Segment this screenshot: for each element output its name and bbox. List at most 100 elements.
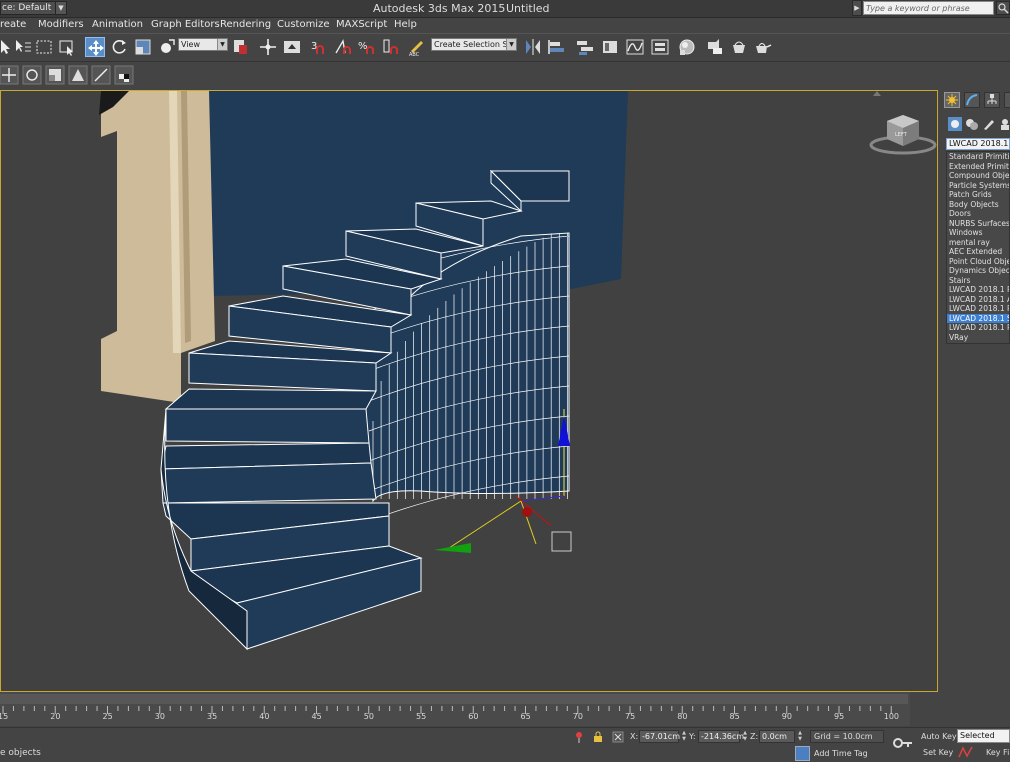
scale-icon[interactable]: [45, 65, 65, 85]
key-set-dropdown[interactable]: Selected: [957, 729, 1010, 743]
use-pivot-center-icon[interactable]: [231, 37, 251, 57]
x-coord-spinner-icon[interactable]: ▲ ▼: [681, 730, 687, 743]
select-and-rotate-icon[interactable]: [109, 37, 129, 57]
category-item[interactable]: AEC Extended: [947, 247, 1009, 257]
category-item[interactable]: Windows: [947, 228, 1009, 238]
z-coord-spinner-icon[interactable]: ▲ ▼: [797, 730, 803, 743]
spinner-snap-toggle-icon[interactable]: [381, 37, 401, 57]
key-filters-button[interactable]: Key Filters...: [986, 748, 1010, 757]
rectangular-selection-region-icon[interactable]: [34, 37, 54, 57]
menu-rendering[interactable]: Rendering: [220, 19, 271, 30]
category-item[interactable]: LWCAD 2018.1 Ra: [947, 304, 1009, 314]
search-icon[interactable]: [996, 1, 1010, 15]
track-bar[interactable]: 15 20 25 30 35 40 45 50 55 60 65 70 75 80 85 90 95 100: [0, 692, 910, 726]
object-category-dropdown[interactable]: LWCAD 2018.1 St: [946, 138, 1010, 150]
viewcube[interactable]: LEFT: [869, 115, 937, 155]
menu-maxscript[interactable]: MAXScript: [336, 19, 387, 30]
modify-tab-icon[interactable]: [964, 92, 980, 108]
skew-icon[interactable]: [68, 65, 88, 85]
time-tick-label: 90: [781, 712, 792, 721]
create-tab-icon[interactable]: [944, 92, 960, 108]
menu-graph-editors[interactable]: Graph Editors: [151, 19, 220, 30]
category-item[interactable]: Point Cloud Objects: [947, 257, 1009, 267]
select-and-manipulate-icon[interactable]: [258, 37, 278, 57]
hierarchy-tab-icon[interactable]: [984, 92, 1000, 108]
key-curve-icon[interactable]: [958, 745, 974, 759]
add-time-tag-label[interactable]: Add Time Tag: [814, 749, 868, 758]
category-item[interactable]: Doors: [947, 209, 1009, 219]
category-item[interactable]: Standard Primitives: [947, 152, 1009, 162]
category-item[interactable]: Extended Primitives: [947, 162, 1009, 172]
workspace-dropdown-arrow-icon[interactable]: ▼: [55, 1, 67, 15]
time-tag-icon[interactable]: [795, 746, 810, 761]
category-item-selected[interactable]: LWCAD 2018.1 St: [947, 313, 1009, 323]
z-coord-field[interactable]: 0.0cm: [759, 730, 795, 743]
category-item[interactable]: LWCAD 2018.1 Ra: [947, 323, 1009, 333]
category-item[interactable]: LWCAD 2018.1 Ar: [947, 295, 1009, 305]
time-slider-track[interactable]: [0, 694, 908, 704]
render-production-icon[interactable]: [753, 37, 773, 57]
isolate-selection-icon[interactable]: [574, 731, 584, 743]
checker-icon[interactable]: [114, 65, 134, 85]
geometry-icon[interactable]: [948, 117, 962, 131]
shapes-icon[interactable]: [965, 117, 979, 131]
angle-snap-toggle-icon[interactable]: [333, 37, 353, 57]
material-editor-icon[interactable]: [677, 37, 697, 57]
absolute-mode-transform-icon[interactable]: [612, 731, 624, 743]
edit-named-selection-sets-icon[interactable]: ABC: [407, 37, 427, 57]
window-crossing-icon[interactable]: [57, 37, 77, 57]
move-icon[interactable]: [0, 65, 19, 85]
toggle-layer-explorer-icon[interactable]: [600, 37, 620, 57]
rotate-icon[interactable]: [22, 65, 42, 85]
category-item[interactable]: VRay: [947, 333, 1009, 343]
named-selection-sets-dropdown[interactable]: Create Selection Se ▼: [431, 38, 517, 51]
auto-key-button[interactable]: Auto Key: [921, 732, 957, 741]
align-icon[interactable]: [546, 37, 566, 57]
y-coord-spinner-icon[interactable]: ▲ ▼: [742, 730, 748, 743]
rendered-frame-window-icon[interactable]: [729, 37, 749, 57]
category-item[interactable]: NURBS Surfaces: [947, 219, 1009, 229]
x-coord-label: X:: [630, 732, 639, 741]
render-setup-icon[interactable]: [705, 37, 725, 57]
curve-editor-icon[interactable]: [625, 37, 645, 57]
perspective-viewport[interactable]: LEFT: [0, 90, 938, 692]
viewcube-home-icon[interactable]: [873, 91, 881, 96]
toggle-scene-explorer-icon[interactable]: [575, 37, 595, 57]
category-item[interactable]: LWCAD 2018.1 Pr: [947, 285, 1009, 295]
category-item[interactable]: Stairs: [947, 276, 1009, 286]
select-by-name-icon[interactable]: [13, 37, 33, 57]
keyboard-shortcut-override-icon[interactable]: [282, 37, 302, 57]
search-dropdown-arrow-icon[interactable]: ▶: [852, 0, 862, 16]
category-item[interactable]: Dynamics Objects: [947, 266, 1009, 276]
measure-icon[interactable]: [91, 65, 111, 85]
schematic-view-icon[interactable]: [650, 37, 670, 57]
set-key-button[interactable]: Set Key: [923, 748, 953, 757]
category-item[interactable]: Body Objects: [947, 200, 1009, 210]
y-coord-field[interactable]: -214.36cm: [698, 730, 744, 743]
menu-animation[interactable]: Animation: [92, 19, 143, 30]
category-item[interactable]: mental ray: [947, 238, 1009, 248]
motion-tab-icon[interactable]: [1004, 92, 1010, 108]
select-and-scale-icon[interactable]: [133, 37, 153, 57]
category-item[interactable]: Compound Objects: [947, 171, 1009, 181]
menu-customize[interactable]: Customize: [277, 19, 330, 30]
gizmo-x-axis-handle: [522, 507, 532, 517]
select-and-place-icon[interactable]: [157, 37, 177, 57]
percent-snap-toggle-icon[interactable]: %: [357, 37, 377, 57]
menu-help[interactable]: Help: [394, 19, 417, 30]
lights-icon[interactable]: [982, 117, 996, 131]
mirror-icon[interactable]: [523, 37, 543, 57]
snaps-toggle-icon[interactable]: 3: [309, 37, 329, 57]
x-coord-field[interactable]: -67.01cm: [639, 730, 680, 743]
cameras-icon[interactable]: [999, 117, 1010, 131]
object-category-list[interactable]: Standard Primitives Extended Primitives …: [946, 151, 1010, 344]
selection-lock-icon[interactable]: [593, 731, 603, 743]
menu-modifiers[interactable]: Modifiers: [38, 19, 84, 30]
category-item[interactable]: Patch Grids: [947, 190, 1009, 200]
select-and-move-icon[interactable]: [85, 37, 105, 57]
category-item[interactable]: Particle Systems: [947, 181, 1009, 191]
search-input[interactable]: [863, 1, 994, 15]
reference-coordinate-dropdown[interactable]: View ▼: [178, 38, 228, 51]
menu-create[interactable]: reate: [0, 19, 26, 30]
set-key-mode-icon[interactable]: [893, 737, 913, 749]
